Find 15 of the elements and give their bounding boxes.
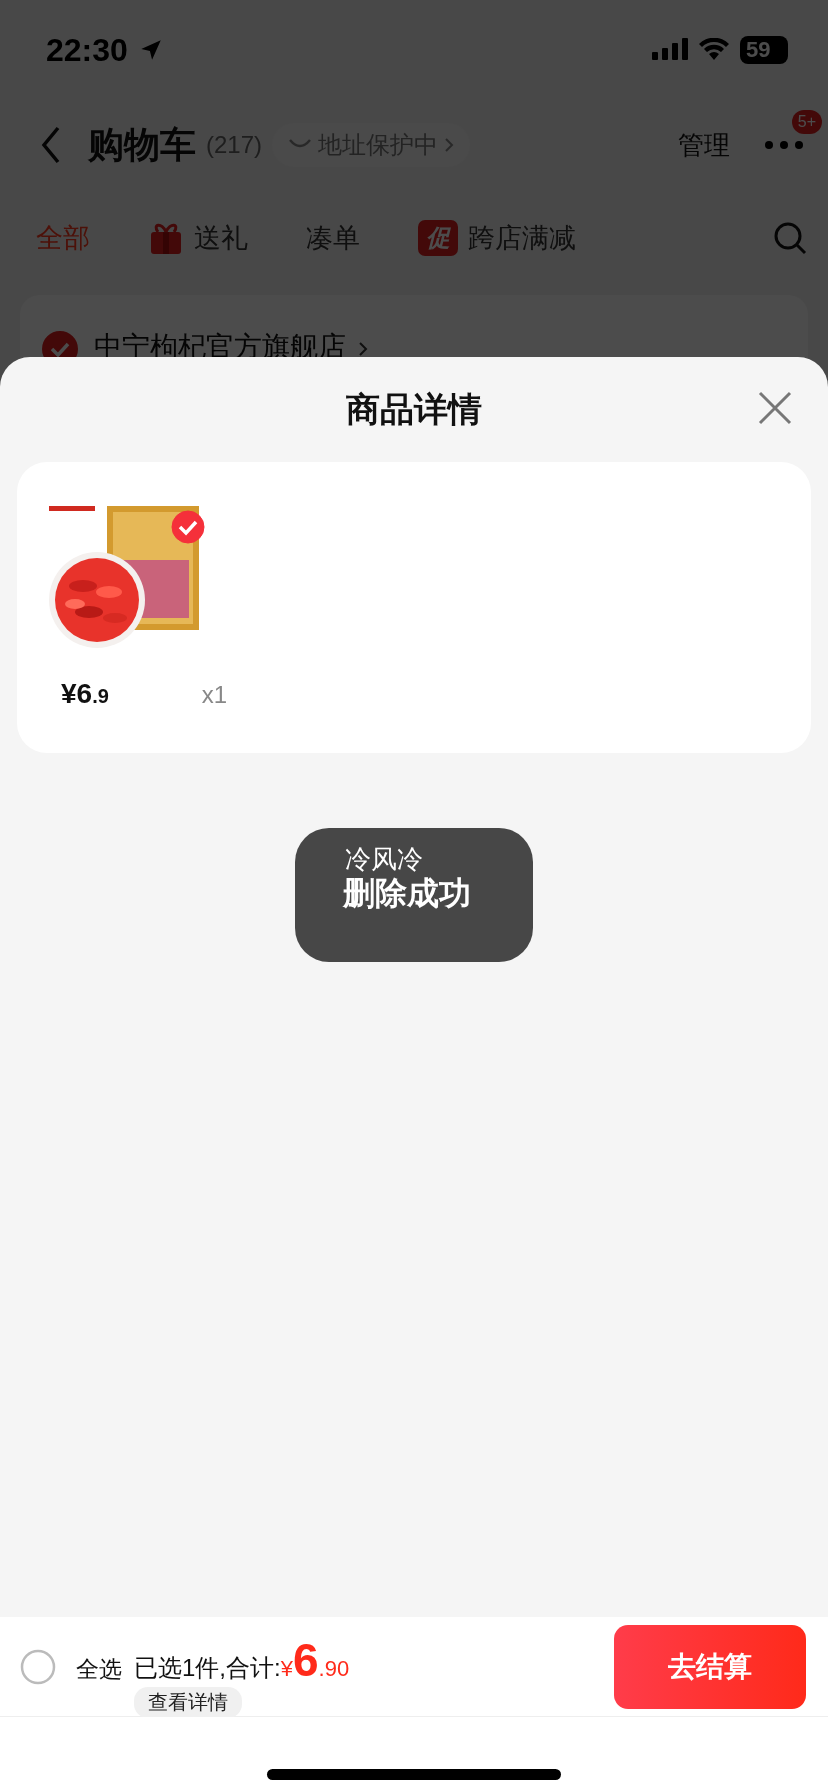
select-all-checkbox[interactable] [20,1648,56,1685]
toast-text: 删除成功 [343,874,472,912]
close-icon[interactable] [758,391,792,425]
item-quantity: x1 [201,681,227,709]
selection-summary: 已选1件,合计: [134,1653,281,1683]
page-title: 购物车 [88,122,196,167]
toast-text: 冷风冷 [345,844,424,874]
select-all-label[interactable]: 全选 [76,1654,122,1685]
item-price: ¥6.9 [61,678,109,710]
sheet-title: 商品详情 [346,388,482,430]
checkout-button[interactable]: 去结算 [614,1624,806,1709]
item-checkbox[interactable] [171,510,205,544]
status-time: 22:30 [46,31,128,69]
total-price: ¥6.90 [280,1633,350,1687]
view-details-button[interactable]: 查看详情 [134,1687,242,1718]
